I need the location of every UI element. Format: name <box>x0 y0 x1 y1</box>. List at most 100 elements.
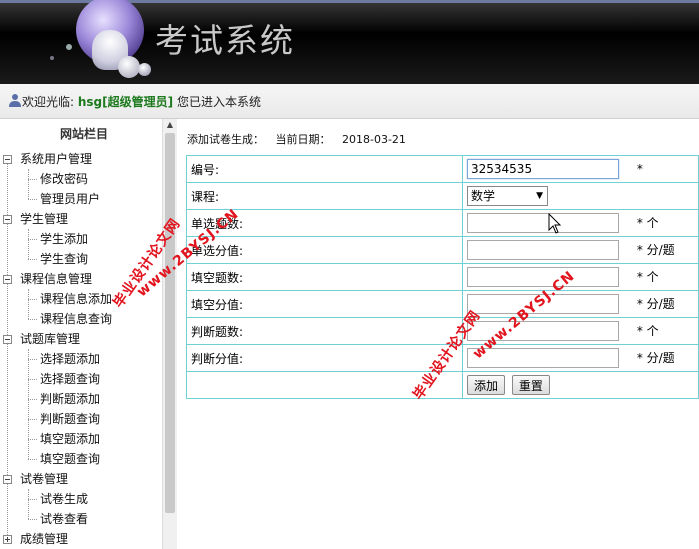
welcome-message: 欢迎光临: hsg[超级管理员] 您已进入本系统 <box>22 93 261 110</box>
welcome-suffix: 您已进入本系统 <box>176 95 261 109</box>
user-icon <box>9 94 21 107</box>
sidebar-item-student-add[interactable]: 学生添加 <box>28 229 88 249</box>
course-select[interactable]: 数学 ▼ <box>467 186 548 206</box>
collapse-icon[interactable] <box>3 275 12 284</box>
logo-ball <box>138 63 151 76</box>
single-count-input[interactable] <box>467 213 619 233</box>
sidebar-item-course-add[interactable]: 课程信息添加 <box>28 289 112 309</box>
form-row: 判断题数: * 个 <box>186 317 699 345</box>
blank-count-input[interactable] <box>467 267 619 287</box>
collapse-icon[interactable] <box>3 215 12 224</box>
sidebar-group-students[interactable]: 学生管理 <box>3 209 68 229</box>
sidebar-title: 网站栏目 <box>59 127 108 141</box>
sidebar-item-student-query[interactable]: 学生查询 <box>28 249 88 269</box>
add-button[interactable]: 添加 <box>467 375 506 395</box>
judge-count-input[interactable] <box>467 321 619 341</box>
sidebar-scrollbar[interactable]: ▲ <box>162 119 177 549</box>
sidebar-item-admin-users[interactable]: 管理员用户 <box>28 189 100 209</box>
sidebar-item-paper-generate[interactable]: 试卷生成 <box>28 489 88 509</box>
blank-score-unit: * 分/题 <box>636 296 675 311</box>
collapse-icon[interactable] <box>3 475 12 484</box>
single-count-cell: * 个 <box>462 209 699 237</box>
sidebar: 网站栏目 系统用户管理 修改密码 管理员用户 学生管理 学生添加 学生查询 课程… <box>0 119 177 549</box>
form-row: 添加 重置 <box>186 371 699 399</box>
form-row: 填空题数: * 个 <box>186 263 699 291</box>
id-input[interactable] <box>467 159 619 179</box>
sidebar-item-change-password[interactable]: 修改密码 <box>28 169 88 189</box>
logo-ball <box>118 56 140 78</box>
single-score-unit: * 分/题 <box>636 242 675 257</box>
id-required: * <box>636 161 643 176</box>
collapse-icon[interactable] <box>3 335 12 344</box>
sidebar-group-papers[interactable]: 试卷管理 <box>3 469 68 489</box>
logo-dot <box>66 44 72 50</box>
blank-score-cell: * 分/题 <box>462 290 699 318</box>
judge-score-unit: * 分/题 <box>636 350 675 365</box>
sidebar-group-label: 试卷管理 <box>20 472 69 486</box>
judge-score-label: 判断分值: <box>186 344 463 372</box>
collapse-icon[interactable] <box>3 155 12 164</box>
sidebar-group-label: 学生管理 <box>20 212 69 226</box>
blank-score-input[interactable] <box>467 294 619 314</box>
scroll-thumb[interactable] <box>165 133 175 513</box>
sidebar-group-label: 试题库管理 <box>20 332 81 346</box>
sidebar-item-course-query[interactable]: 课程信息查询 <box>28 309 112 329</box>
form-row: 判断分值: * 分/题 <box>186 344 699 372</box>
form-row: 单选分值: * 分/题 <box>186 236 699 264</box>
page-info: 添加试卷生成： 当前日期： 2018-03-21 <box>187 131 414 147</box>
id-cell: * <box>462 155 699 183</box>
form-row: 填空分值: * 分/题 <box>186 290 699 318</box>
sidebar-group-question-bank[interactable]: 试题库管理 <box>3 329 80 349</box>
welcome-prefix: 欢迎光临: <box>22 95 75 109</box>
blank-count-label: 填空题数: <box>186 263 463 291</box>
page-label: 添加试卷生成： <box>187 133 264 146</box>
sidebar-item-judge-query[interactable]: 判断题查询 <box>28 409 100 429</box>
date-label: 当前日期： <box>275 133 331 146</box>
sidebar-item-blank-add[interactable]: 填空题添加 <box>28 429 100 449</box>
expand-icon[interactable] <box>3 535 12 544</box>
sidebar-group-label: 课程信息管理 <box>20 272 93 286</box>
single-count-label: 单选题数: <box>186 209 463 237</box>
empty-cell <box>186 371 463 399</box>
form-row: 课程: 数学 ▼ <box>186 182 699 210</box>
course-select-value: 数学 <box>471 189 496 203</box>
dropdown-arrow-icon: ▼ <box>536 191 543 201</box>
judge-score-input[interactable] <box>467 348 619 368</box>
date-value: 2018-03-21 <box>342 133 406 146</box>
sidebar-item-choice-add[interactable]: 选择题添加 <box>28 349 100 369</box>
judge-score-cell: * 分/题 <box>462 344 699 372</box>
header-banner: 考试系统 <box>0 0 699 84</box>
sidebar-group-system-users[interactable]: 系统用户管理 <box>3 149 92 169</box>
sidebar-group-label: 成绩管理 <box>20 532 69 546</box>
blank-count-unit: * 个 <box>636 269 659 284</box>
app-title: 考试系统 <box>155 21 295 60</box>
judge-count-unit: * 个 <box>636 323 659 338</box>
paper-form: 编号: * 课程: 数学 ▼ 单选题数: * 个 单选分值: * 分/题 <box>186 155 699 399</box>
form-row: 编号: * <box>186 155 699 183</box>
main-content: 添加试卷生成： 当前日期： 2018-03-21 编号: * 课程: 数学 ▼ 单… <box>177 119 699 549</box>
sidebar-group-courses[interactable]: 课程信息管理 <box>3 269 92 289</box>
course-cell: 数学 ▼ <box>462 182 699 210</box>
blank-score-label: 填空分值: <box>186 290 463 318</box>
course-label: 课程: <box>186 182 463 210</box>
actions-cell: 添加 重置 <box>462 371 699 399</box>
welcome-bar: 欢迎光临: hsg[超级管理员] 您已进入本系统 <box>0 84 699 119</box>
sidebar-item-blank-query[interactable]: 填空题查询 <box>28 449 100 469</box>
sidebar-group-scores[interactable]: 成绩管理 <box>3 529 68 549</box>
single-score-input[interactable] <box>467 240 619 260</box>
judge-count-label: 判断题数: <box>186 317 463 345</box>
sidebar-group-label: 系统用户管理 <box>20 152 93 166</box>
scroll-up-icon[interactable]: ▲ <box>163 119 177 131</box>
blank-count-cell: * 个 <box>462 263 699 291</box>
mouse-cursor-icon <box>548 213 562 234</box>
reset-button[interactable]: 重置 <box>511 375 550 395</box>
sidebar-item-choice-query[interactable]: 选择题查询 <box>28 369 100 389</box>
single-count-unit: * 个 <box>636 215 659 230</box>
single-score-label: 单选分值: <box>186 236 463 264</box>
welcome-username: hsg[超级管理员] <box>77 95 174 109</box>
sidebar-item-judge-add[interactable]: 判断题添加 <box>28 389 100 409</box>
sidebar-item-paper-view[interactable]: 试卷查看 <box>28 509 88 529</box>
judge-count-cell: * 个 <box>462 317 699 345</box>
single-score-cell: * 分/题 <box>462 236 699 264</box>
logo-dot <box>50 56 54 60</box>
